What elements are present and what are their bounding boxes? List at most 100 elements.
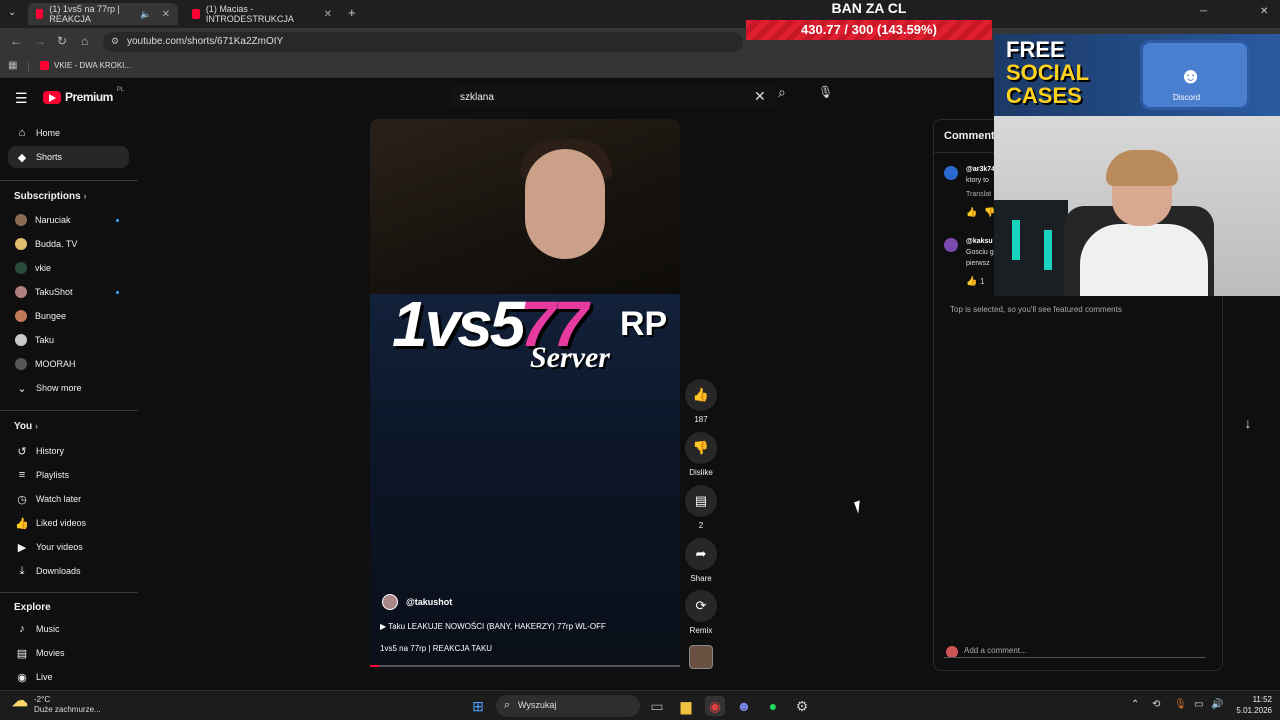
sidebar-item-history[interactable]: ↺ History [8,440,129,462]
sidebar-item-liked-videos[interactable]: 👍 Liked videos [8,512,129,534]
volume-icon[interactable]: 🔊 [1211,699,1223,710]
short-title[interactable]: ▶ Taku LEAKUJE NOWOŚCI (BANY, HAKERZY) 7… [380,622,606,631]
you-header-label: You [14,421,33,432]
sidebar-item-home[interactable]: ⌂ Home [8,122,129,144]
sidebar-item-taku[interactable]: Taku [8,329,129,351]
sidebar-item-bungee[interactable]: Bungee [8,305,129,327]
taskbar-clock[interactable]: 11:52 5.01.2026 [1226,694,1272,716]
you-header[interactable]: You › [14,421,38,432]
avatar[interactable] [944,238,958,252]
short-video-player[interactable]: 1vs5 77 RP Server @takushot ▶ Taku LEAKU… [370,119,680,669]
sidebar: ⌂ Home ◆ Shorts Subscriptions › Naruciak… [0,78,138,690]
sidebar-item-downloads[interactable]: ⤓ Downloads [8,560,129,582]
sound-thumbnail[interactable] [689,645,713,669]
sidebar-item-label: Movies [36,648,65,658]
sidebar-item-shorts[interactable]: ◆ Shorts [8,146,129,168]
avatar [15,262,27,274]
windows-start-icon[interactable]: ⊞ [468,696,488,716]
sidebar-item-label: vkie [35,263,52,273]
sync-icon[interactable]: ⟲ [1152,699,1160,710]
avatar [15,334,27,346]
promo-line: CASES [1006,83,1082,108]
sidebar-item-your-videos[interactable]: ▶ Your videos [8,536,129,558]
avatar [15,310,27,322]
pc-light [1044,230,1052,270]
clock-date: 5.01.2026 [1236,706,1272,715]
new-content-dot [116,290,119,294]
comment-like-icon[interactable]: 👍 [966,276,977,287]
promo-line: SOCIAL [1006,60,1090,85]
video-progress-bar[interactable] [370,665,680,667]
task-view-icon[interactable]: ▭ [647,696,667,716]
microphone-icon[interactable]: 🎙 [1174,699,1187,710]
sidebar-item-label: Shorts [36,152,63,162]
chevron-right-icon: › [83,191,87,201]
remix-button[interactable]: ⟳ Remix [685,590,717,635]
reload-icon[interactable]: ↻ [57,34,67,48]
weather-widget[interactable]: ☁ -2°C Duże zachmurze... [12,694,101,715]
chrome-icon[interactable]: ◉ [705,696,725,716]
comment-author[interactable]: @ar3k74 [966,166,995,173]
avatar [15,286,27,298]
apps-grid-icon[interactable]: ▦ [8,60,17,71]
site-info-icon[interactable]: ⚙ [111,36,119,47]
clear-search-icon[interactable]: ✕ [754,88,766,105]
comment-like-icon[interactable]: 👍 [966,207,977,218]
like-button[interactable]: 👍 187 [685,379,717,424]
steam-icon[interactable]: ⚙ [792,696,812,716]
sidebar-item-naruciak[interactable]: Naruciak [8,209,129,231]
search-icon[interactable]: ⌕ [778,84,802,108]
subscriptions-header[interactable]: Subscriptions › [14,191,86,202]
chevron-up-icon[interactable]: ⌃ [1131,699,1139,710]
monitor-icon[interactable]: ▭ [1194,699,1203,710]
bookmark-label: VKIE - DWA KROKI... [54,61,132,70]
sidebar-item-music[interactable]: ♪ Music [8,618,129,640]
sidebar-item-movies[interactable]: ▤ Movies [8,642,129,664]
sidebar-item-takushot[interactable]: TakuShot [8,281,129,303]
youtube-favicon-icon [192,9,200,19]
home-icon[interactable]: ⌂ [81,34,88,48]
tab-list-chevron-icon[interactable]: ⌄ [8,7,16,18]
back-icon[interactable]: ← [10,34,22,48]
explore-header: Explore [14,602,51,613]
sidebar-item-watch-later[interactable]: ◷ Watch later [8,488,129,510]
share-button[interactable]: ➦ Share [685,538,717,583]
tab-close-icon[interactable]: ✕ [324,9,332,20]
show-more-button[interactable]: ⌄ Show more [8,377,129,399]
forward-icon[interactable]: → [34,34,46,48]
window-close-icon[interactable]: ✕ [1260,6,1268,17]
audio-playing-icon[interactable]: 🔈 [140,9,151,20]
sidebar-item-moorah[interactable]: MOORAH [8,353,129,375]
live-icon: ◉ [17,671,27,684]
spotify-icon[interactable]: ● [763,696,783,716]
microphone-icon[interactable]: 🎙 [818,85,842,109]
add-comment-input[interactable]: Add a comment... [944,644,1206,658]
url-field[interactable]: ⚙ youtube.com/shorts/671Ka2ZmOIY [103,32,743,52]
bookmark-item[interactable]: VKIE - DWA KROKI... [40,61,131,70]
arrow-down-icon[interactable]: ↓ [1236,415,1260,439]
discord-case-image: ☻ Discord [1140,40,1250,110]
sidebar-item-playlists[interactable]: ≡ Playlists [8,464,129,486]
file-explorer-icon[interactable]: ▆ [676,696,696,716]
dislike-button[interactable]: 👎 Dislike [685,432,717,477]
search-input[interactable] [450,86,776,108]
sidebar-item-vkie[interactable]: vkie [8,257,129,279]
remix-label: Remix [689,626,713,635]
sidebar-item-live[interactable]: ◉ Live [8,666,129,688]
discord-icon[interactable]: ☻ [734,696,754,716]
sidebar-item-budda-tv[interactable]: Budda. TV [8,233,129,255]
sidebar-item-label: Playlists [36,470,70,480]
comment-author[interactable]: @kaksu [966,238,993,245]
channel-link[interactable]: @takushot [382,594,452,610]
comments-button[interactable]: ▤ 2 [685,485,717,530]
avatar[interactable] [944,166,958,180]
case-label: Discord [1173,93,1201,102]
new-tab-button[interactable]: + [348,5,356,20]
taskbar-search[interactable]: ⌕ Wyszukaj [496,695,640,717]
browser-tab-bar: ⌄ (1) 1vs5 na 77rp | REAKCJA 🔈 ✕ (1) Mac… [0,0,1280,28]
tab-inactive[interactable]: (1) Macias - INTRODESTRUKCJA ✕ [184,3,340,25]
subscriptions-header-label: Subscriptions [14,191,81,202]
minimize-icon[interactable]: ─ [1200,6,1207,17]
tab-close-icon[interactable]: ✕ [162,9,170,20]
tab-active[interactable]: (1) 1vs5 na 77rp | REAKCJA 🔈 ✕ [28,3,178,25]
